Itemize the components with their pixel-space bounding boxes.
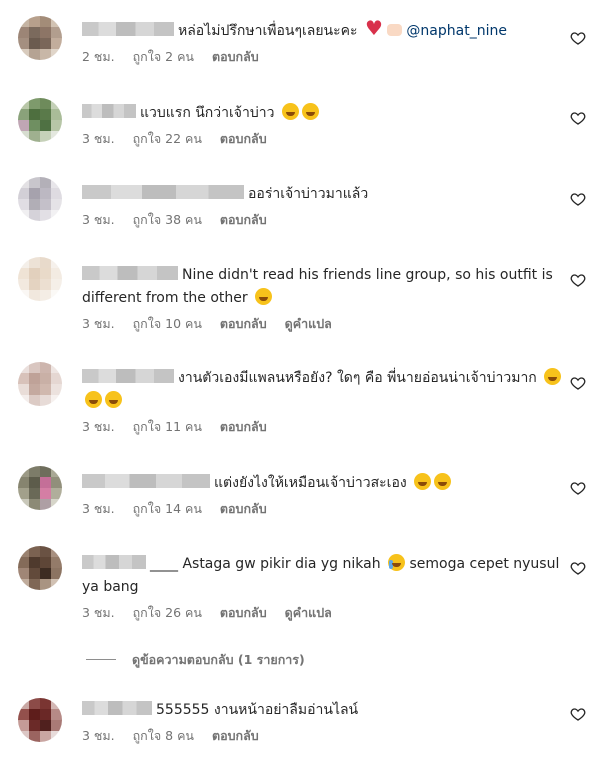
like-heart-icon[interactable] (570, 480, 586, 496)
comment-meta: 3 ชม. ถูกใจ 11 คน ตอบกลับ (82, 417, 562, 437)
comment-meta: 3 ชม. ถูกใจ 8 คน ตอบกลับ (82, 726, 562, 746)
comment-time: 3 ชม. (82, 419, 115, 434)
rofl-emoji-icon (255, 288, 273, 305)
username-blurred[interactable] (82, 185, 244, 199)
comment-time: 3 ชม. (82, 728, 115, 743)
comment-text: งานตัวเองมีแพลนหรือยัง? ใดๆ คือ พี่นายอ่… (178, 370, 537, 386)
like-heart-icon[interactable] (570, 110, 586, 126)
avatar[interactable] (18, 98, 62, 142)
reply-button[interactable]: ตอบกลับ (220, 131, 267, 146)
view-replies-label: ดูข้อความตอบกลับ (1 รายการ) (132, 652, 305, 667)
crying-emoji-icon (388, 554, 406, 571)
comment-meta: 3 ชม. ถูกใจ 26 คน ตอบกลับ ดูคำแปล (82, 603, 562, 623)
grin-emoji-icon (544, 368, 562, 385)
grin-emoji-icon (85, 391, 102, 408)
reply-button[interactable]: ตอบกลับ (212, 49, 259, 64)
comment-time: 3 ชม. (82, 501, 115, 516)
see-translation-button[interactable]: ดูคำแปล (285, 605, 332, 620)
avatar[interactable] (18, 698, 62, 742)
like-heart-icon[interactable] (570, 706, 586, 722)
comment-meta: 3 ชม. ถูกใจ 22 คน ตอบกลับ (82, 129, 562, 149)
comment-text-row: แวบแรก นึกว่าเจ้าบ่าว (82, 102, 562, 125)
like-heart-icon[interactable] (570, 375, 586, 391)
username-blurred[interactable] (82, 266, 178, 280)
like-heart-icon[interactable] (570, 272, 586, 288)
mention-link[interactable]: @naphat_nine (406, 23, 507, 39)
comment-text: ____ Astaga gw pikir dia yg nikah (150, 556, 381, 572)
like-count[interactable]: ถูกใจ 22 คน (133, 131, 202, 146)
avatar[interactable] (18, 546, 62, 590)
like-count[interactable]: ถูกใจ 14 คน (133, 501, 202, 516)
grin-emoji-icon (301, 103, 319, 120)
comment-text-row: แต่งยังไงให้เหมือนเจ้าบ่าวสะเอง (82, 472, 562, 495)
like-count[interactable]: ถูกใจ 10 คน (133, 316, 202, 331)
comment-text-row: หล่อไม่ปรึกษาเพื่อนๆเลยนะคะ @naphat_nine (82, 17, 562, 43)
reply-button[interactable]: ตอบกลับ (220, 212, 267, 227)
like-heart-icon[interactable] (570, 191, 586, 207)
avatar[interactable] (18, 466, 62, 510)
comment-text: หล่อไม่ปรึกษาเพื่อนๆเลยนะคะ (178, 23, 358, 39)
like-count[interactable]: ถูกใจ 8 คน (133, 728, 194, 743)
comment-text: แต่งยังไงให้เหมือนเจ้าบ่าวสะเอง (214, 475, 407, 491)
like-count[interactable]: ถูกใจ 2 คน (133, 49, 194, 64)
comment-text: 555555 งานหน้าอย่าลืมอ่านไลน์ (156, 702, 359, 718)
grin-emoji-icon (105, 391, 122, 408)
comment-meta: 3 ชม. ถูกใจ 10 คน ตอบกลับ ดูคำแปล (82, 314, 562, 334)
like-heart-icon[interactable] (570, 30, 586, 46)
comment-time: 3 ชม. (82, 212, 115, 227)
username-blurred[interactable] (82, 555, 146, 569)
grin-emoji-icon (434, 473, 452, 490)
comment-text-row: ____ Astaga gw pikir dia yg nikah semoga… (82, 553, 562, 599)
comment-time: 3 ชม. (82, 605, 115, 620)
avatar[interactable] (18, 362, 62, 406)
view-replies-button[interactable]: ดูข้อความตอบกลับ (1 รายการ) (86, 650, 305, 670)
grin-emoji-icon (281, 103, 299, 120)
comment-text: ออร่าเจ้าบ่าวมาแล้ว (248, 186, 369, 202)
reply-button[interactable]: ตอบกลับ (220, 419, 267, 434)
comment-meta: 3 ชม. ถูกใจ 14 คน ตอบกลับ (82, 499, 562, 519)
reply-button[interactable]: ตอบกลับ (220, 316, 267, 331)
comment-text-row: ออร่าเจ้าบ่าวมาแล้ว (82, 183, 562, 206)
like-count[interactable]: ถูกใจ 26 คน (133, 605, 202, 620)
heart-emoji-icon (365, 17, 384, 40)
username-blurred[interactable] (82, 369, 174, 383)
username-blurred[interactable] (82, 474, 210, 488)
comment-text-row: Nine didn't read his friends line group,… (82, 264, 562, 310)
comment-text-row: งานตัวเองมีแพลนหรือยัง? ใดๆ คือ พี่นายอ่… (82, 367, 562, 413)
avatar[interactable] (18, 257, 62, 301)
comment-text: แวบแรก นึกว่าเจ้าบ่าว (140, 105, 275, 121)
comment-time: 3 ชม. (82, 316, 115, 331)
username-blurred[interactable] (82, 104, 136, 118)
like-count[interactable]: ถูกใจ 11 คน (133, 419, 202, 434)
reply-button[interactable]: ตอบกลับ (212, 728, 259, 743)
comment-meta: 2 ชม. ถูกใจ 2 คน ตอบกลับ (82, 47, 562, 67)
grin-emoji-icon (414, 473, 432, 490)
comment-text-row: 555555 งานหน้าอย่าลืมอ่านไลน์ (82, 699, 562, 722)
comment-time: 3 ชม. (82, 131, 115, 146)
see-translation-button[interactable]: ดูคำแปล (285, 316, 332, 331)
hands-emoji-icon (386, 24, 402, 36)
like-count[interactable]: ถูกใจ 38 คน (133, 212, 202, 227)
comment-meta: 3 ชม. ถูกใจ 38 คน ตอบกลับ (82, 210, 562, 230)
replies-divider-line (86, 659, 116, 660)
username-blurred[interactable] (82, 22, 174, 36)
avatar[interactable] (18, 16, 62, 60)
reply-button[interactable]: ตอบกลับ (220, 605, 267, 620)
username-blurred[interactable] (82, 701, 152, 715)
comment-time: 2 ชม. (82, 49, 115, 64)
reply-button[interactable]: ตอบกลับ (220, 501, 267, 516)
avatar[interactable] (18, 177, 62, 221)
like-heart-icon[interactable] (570, 560, 586, 576)
